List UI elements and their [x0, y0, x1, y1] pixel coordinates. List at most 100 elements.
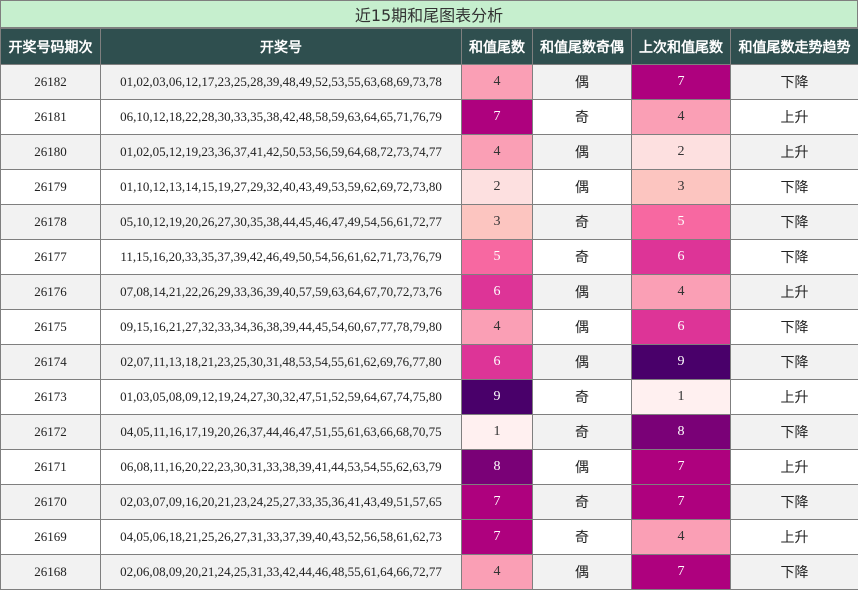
- trend-cell: 下降: [731, 555, 858, 590]
- prev-tail-cell: 8: [632, 415, 731, 450]
- trend-cell: 下降: [731, 205, 858, 240]
- parity-cell: 奇: [533, 240, 632, 275]
- table-row: 2617402,07,11,13,18,21,23,25,30,31,48,53…: [1, 345, 858, 380]
- prev-tail-cell: 7: [632, 65, 731, 100]
- prev-tail-cell: 4: [632, 520, 731, 555]
- issue-cell: 26182: [1, 65, 101, 100]
- numbers-cell: 02,07,11,13,18,21,23,25,30,31,48,53,54,5…: [101, 345, 462, 380]
- table-row: 2617204,05,11,16,17,19,20,26,37,44,46,47…: [1, 415, 858, 450]
- prev-tail-cell: 3: [632, 170, 731, 205]
- prev-tail-cell: 2: [632, 135, 731, 170]
- numbers-cell: 01,02,03,06,12,17,23,25,28,39,48,49,52,5…: [101, 65, 462, 100]
- issue-cell: 26181: [1, 100, 101, 135]
- table-row: 2617901,10,12,13,14,15,19,27,29,32,40,43…: [1, 170, 858, 205]
- issue-cell: 26174: [1, 345, 101, 380]
- numbers-cell: 02,03,07,09,16,20,21,23,24,25,27,33,35,3…: [101, 485, 462, 520]
- parity-cell: 奇: [533, 520, 632, 555]
- table-row: 2617805,10,12,19,20,26,27,30,35,38,44,45…: [1, 205, 858, 240]
- trend-cell: 上升: [731, 380, 858, 415]
- table-row: 2617711,15,16,20,33,35,37,39,42,46,49,50…: [1, 240, 858, 275]
- table-row: 2617106,08,11,16,20,22,23,30,31,33,38,39…: [1, 450, 858, 485]
- trend-cell: 下降: [731, 485, 858, 520]
- prev-tail-cell: 6: [632, 310, 731, 345]
- tail-cell: 7: [462, 100, 533, 135]
- prev-tail-cell: 7: [632, 450, 731, 485]
- parity-cell: 偶: [533, 65, 632, 100]
- issue-cell: 26176: [1, 275, 101, 310]
- analysis-table: 开奖号码期次 开奖号 和值尾数 和值尾数奇偶 上次和值尾数 和值尾数走势趋势 2…: [0, 28, 858, 590]
- table-row: 2616904,05,06,18,21,25,26,27,31,33,37,39…: [1, 520, 858, 555]
- numbers-cell: 02,06,08,09,20,21,24,25,31,33,42,44,46,4…: [101, 555, 462, 590]
- header-trend: 和值尾数走势趋势: [731, 29, 858, 65]
- numbers-cell: 07,08,14,21,22,26,29,33,36,39,40,57,59,6…: [101, 275, 462, 310]
- trend-cell: 下降: [731, 65, 858, 100]
- parity-cell: 偶: [533, 310, 632, 345]
- table-row: 2618106,10,12,18,22,28,30,33,35,38,42,48…: [1, 100, 858, 135]
- prev-tail-cell: 4: [632, 100, 731, 135]
- trend-cell: 上升: [731, 275, 858, 310]
- tail-cell: 9: [462, 380, 533, 415]
- issue-cell: 26173: [1, 380, 101, 415]
- issue-cell: 26168: [1, 555, 101, 590]
- header-issue: 开奖号码期次: [1, 29, 101, 65]
- parity-cell: 奇: [533, 380, 632, 415]
- table-title: 近15期和尾图表分析: [0, 0, 858, 28]
- table-row: 2618001,02,05,12,19,23,36,37,41,42,50,53…: [1, 135, 858, 170]
- numbers-cell: 01,10,12,13,14,15,19,27,29,32,40,43,49,5…: [101, 170, 462, 205]
- trend-cell: 上升: [731, 135, 858, 170]
- trend-cell: 上升: [731, 450, 858, 485]
- numbers-cell: 11,15,16,20,33,35,37,39,42,46,49,50,54,5…: [101, 240, 462, 275]
- issue-cell: 26169: [1, 520, 101, 555]
- parity-cell: 偶: [533, 345, 632, 380]
- tail-cell: 4: [462, 135, 533, 170]
- trend-cell: 下降: [731, 240, 858, 275]
- parity-cell: 偶: [533, 555, 632, 590]
- tail-cell: 4: [462, 555, 533, 590]
- numbers-cell: 09,15,16,21,27,32,33,34,36,38,39,44,45,5…: [101, 310, 462, 345]
- tail-cell: 6: [462, 345, 533, 380]
- table-row: 2617607,08,14,21,22,26,29,33,36,39,40,57…: [1, 275, 858, 310]
- parity-cell: 奇: [533, 415, 632, 450]
- tail-cell: 8: [462, 450, 533, 485]
- trend-cell: 下降: [731, 415, 858, 450]
- issue-cell: 26177: [1, 240, 101, 275]
- tail-cell: 1: [462, 415, 533, 450]
- header-numbers: 开奖号: [101, 29, 462, 65]
- tail-cell: 7: [462, 520, 533, 555]
- header-row: 开奖号码期次 开奖号 和值尾数 和值尾数奇偶 上次和值尾数 和值尾数走势趋势: [1, 29, 858, 65]
- tail-cell: 4: [462, 65, 533, 100]
- trend-cell: 下降: [731, 345, 858, 380]
- prev-tail-cell: 9: [632, 345, 731, 380]
- numbers-cell: 04,05,06,18,21,25,26,27,31,33,37,39,40,4…: [101, 520, 462, 555]
- issue-cell: 26180: [1, 135, 101, 170]
- numbers-cell: 06,10,12,18,22,28,30,33,35,38,42,48,58,5…: [101, 100, 462, 135]
- table-row: 2617002,03,07,09,16,20,21,23,24,25,27,33…: [1, 485, 858, 520]
- header-prev-tail: 上次和值尾数: [632, 29, 731, 65]
- numbers-cell: 05,10,12,19,20,26,27,30,35,38,44,45,46,4…: [101, 205, 462, 240]
- numbers-cell: 06,08,11,16,20,22,23,30,31,33,38,39,41,4…: [101, 450, 462, 485]
- table-row: 2617509,15,16,21,27,32,33,34,36,38,39,44…: [1, 310, 858, 345]
- tail-cell: 7: [462, 485, 533, 520]
- trend-cell: 上升: [731, 100, 858, 135]
- tail-cell: 2: [462, 170, 533, 205]
- trend-cell: 上升: [731, 520, 858, 555]
- prev-tail-cell: 1: [632, 380, 731, 415]
- issue-cell: 26179: [1, 170, 101, 205]
- issue-cell: 26178: [1, 205, 101, 240]
- parity-cell: 奇: [533, 205, 632, 240]
- prev-tail-cell: 4: [632, 275, 731, 310]
- prev-tail-cell: 7: [632, 485, 731, 520]
- table-row: 2617301,03,05,08,09,12,19,24,27,30,32,47…: [1, 380, 858, 415]
- issue-cell: 26171: [1, 450, 101, 485]
- parity-cell: 偶: [533, 135, 632, 170]
- table-row: 2618201,02,03,06,12,17,23,25,28,39,48,49…: [1, 65, 858, 100]
- trend-cell: 下降: [731, 310, 858, 345]
- header-parity: 和值尾数奇偶: [533, 29, 632, 65]
- parity-cell: 偶: [533, 170, 632, 205]
- numbers-cell: 01,02,05,12,19,23,36,37,41,42,50,53,56,5…: [101, 135, 462, 170]
- numbers-cell: 04,05,11,16,17,19,20,26,37,44,46,47,51,5…: [101, 415, 462, 450]
- table-row: 2616802,06,08,09,20,21,24,25,31,33,42,44…: [1, 555, 858, 590]
- tail-cell: 3: [462, 205, 533, 240]
- prev-tail-cell: 6: [632, 240, 731, 275]
- issue-cell: 26172: [1, 415, 101, 450]
